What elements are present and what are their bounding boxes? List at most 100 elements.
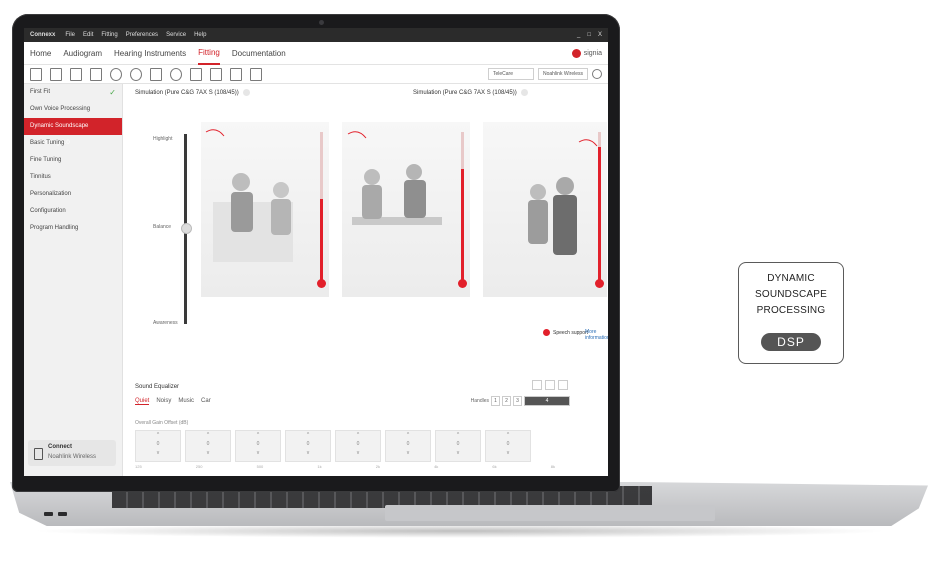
gain-stepper[interactable]: ^ 0 v	[135, 430, 181, 462]
more-information-link[interactable]: More information	[585, 329, 608, 341]
graph-view-icon[interactable]	[558, 380, 568, 390]
gain-value: 0	[156, 441, 160, 447]
tab-home[interactable]: Home	[30, 43, 51, 64]
handles-option[interactable]: 3	[513, 396, 522, 406]
sidebar-item-fine-tuning[interactable]: Fine Tuning	[24, 152, 122, 169]
redo-icon[interactable]	[130, 67, 142, 81]
gain-value: 0	[506, 441, 510, 447]
sidebar-item-dynamic-soundscape[interactable]: Dynamic Soundscape Processing 2.0	[24, 118, 122, 146]
undo-icon[interactable]	[110, 67, 122, 81]
reset-icon[interactable]	[532, 380, 542, 390]
scene-living-room	[201, 122, 329, 297]
gain-value: 0	[456, 441, 460, 447]
refresh-icon[interactable]	[170, 67, 182, 81]
sidebar-item-first-fit[interactable]: First Fit ✓	[24, 84, 122, 101]
handles-label: Handles	[470, 398, 489, 404]
gain-stepper[interactable]: ^ 0 v	[385, 430, 431, 462]
checkmark-icon: ✓	[109, 88, 116, 97]
tab-fitting[interactable]: Fitting	[198, 42, 220, 65]
tools-wrench-icon[interactable]	[210, 67, 222, 81]
gain-value: 0	[256, 441, 260, 447]
hearing-aid-icon	[34, 448, 43, 460]
lightbulb-icon[interactable]	[230, 67, 242, 81]
menu-file[interactable]: File	[65, 32, 75, 38]
hearing-instrument-icon[interactable]	[190, 67, 202, 81]
handles-option-selected[interactable]: 4	[524, 396, 570, 406]
dsp-badge: DYNAMIC SOUNDSCAPE PROCESSING DSP	[738, 262, 844, 364]
tab-documentation[interactable]: Documentation	[232, 43, 286, 64]
tab-car[interactable]: Car	[201, 398, 211, 405]
scene-illustration	[528, 139, 598, 255]
scene-cafe	[342, 122, 470, 297]
handles-option[interactable]: 2	[502, 396, 511, 406]
interface-select[interactable]: Noahlink Wireless	[537, 68, 588, 80]
level-meter-knob	[317, 279, 326, 288]
scale-highlight-label: Highlight	[153, 136, 173, 142]
gain-stepper[interactable]: ^ 0 v	[285, 430, 331, 462]
user-icon[interactable]	[250, 67, 262, 81]
menu-help[interactable]: Help	[194, 32, 206, 38]
menu-fitting[interactable]: Fitting	[101, 32, 117, 38]
program-icon[interactable]	[150, 67, 162, 81]
sidebar-item-label: Basic Tuning	[30, 140, 65, 146]
tab-noisy[interactable]: Noisy	[156, 398, 171, 405]
telecare-select[interactable]: TeleCare	[487, 68, 534, 80]
close-button[interactable]: X	[598, 32, 602, 38]
sidebar-item-configuration[interactable]: Configuration	[24, 203, 122, 220]
maximize-button[interactable]: □	[587, 32, 591, 38]
sidebar-item-label: Tinnitus	[30, 174, 51, 180]
sidebar-item-basic-tuning[interactable]: Basic Tuning	[24, 135, 122, 152]
gain-stepper[interactable]: ^ 0 v	[335, 430, 381, 462]
app-window: Connexx File Edit Fitting Preferences Se…	[24, 28, 608, 476]
gain-value: 0	[406, 441, 410, 447]
gain-stepper[interactable]: ^ 0 v	[185, 430, 231, 462]
level-meter-knob	[458, 279, 467, 288]
sidebar-item-own-voice[interactable]: Own Voice Processing	[24, 101, 122, 118]
badge-line-2: SOUNDSCAPE	[754, 289, 827, 300]
brand-name: signia	[583, 49, 602, 57]
usb-port	[44, 512, 53, 516]
brand-logo-icon	[571, 48, 581, 58]
gain-value: 0	[206, 441, 210, 447]
frequency-label: 2k	[375, 464, 380, 469]
gain-value: 0	[356, 441, 360, 447]
frequency-label: 250	[195, 464, 203, 469]
curve-view-icon[interactable]	[545, 380, 555, 390]
scene-illustration	[347, 131, 442, 225]
save-icon[interactable]	[70, 67, 82, 81]
info-icon[interactable]	[242, 89, 250, 96]
sound-equalizer-title: Sound Equalizer	[135, 384, 180, 390]
tab-music[interactable]: Music	[178, 398, 194, 405]
gain-stepper[interactable]: ^ 0 v	[235, 430, 281, 462]
equalizer-tabs: Quiet Noisy Music Car	[135, 398, 211, 405]
gain-value: 0	[306, 441, 310, 447]
level-meter-fill	[598, 147, 601, 282]
speech-support-icon	[543, 329, 550, 336]
tab-audiogram[interactable]: Audiogram	[63, 43, 102, 64]
sidebar-item-label: Fine Tuning	[30, 157, 62, 163]
print-icon[interactable]	[90, 67, 102, 81]
simulation-title-right: Simulation (Pure C&G 7AX S (108/45))	[413, 89, 528, 96]
connect-button[interactable]: Connect Noahlink Wireless	[28, 440, 116, 466]
gain-stepper[interactable]: ^ 0 v	[485, 430, 531, 462]
level-meter-fill	[320, 199, 323, 282]
gain-stepper[interactable]: ^ 0 v	[435, 430, 481, 462]
equalizer-bands: ^ 0 v ^ 0 v ^ 0 v ^ 0 v ^ 0 v ^ 0 v ^ 0 v ^ 0 v	[135, 430, 531, 462]
menu-edit[interactable]: Edit	[83, 32, 93, 38]
sidebar-item-program-handling[interactable]: Program Handling	[24, 220, 122, 237]
sidebar-item-tinnitus[interactable]: Tinnitus	[24, 169, 122, 186]
info-icon[interactable]	[520, 89, 528, 96]
menu-preferences[interactable]: Preferences	[126, 32, 158, 38]
new-session-icon[interactable]	[30, 67, 42, 81]
overall-gain-label: Overall Gain Offset (dB)	[135, 420, 189, 426]
tab-hearing-instruments[interactable]: Hearing Instruments	[114, 43, 186, 64]
brand-logo: signia	[571, 48, 602, 58]
minimize-button[interactable]: _	[577, 32, 580, 38]
sidebar-item-personalization[interactable]: Personalization	[24, 186, 122, 203]
open-document-icon[interactable]	[50, 67, 62, 81]
handles-option[interactable]: 1	[491, 396, 500, 406]
tab-quiet[interactable]: Quiet	[135, 398, 150, 405]
menu-service[interactable]: Service	[166, 32, 186, 38]
soundscape-slider-handle[interactable]	[181, 223, 192, 234]
level-meter-fill	[461, 169, 464, 282]
